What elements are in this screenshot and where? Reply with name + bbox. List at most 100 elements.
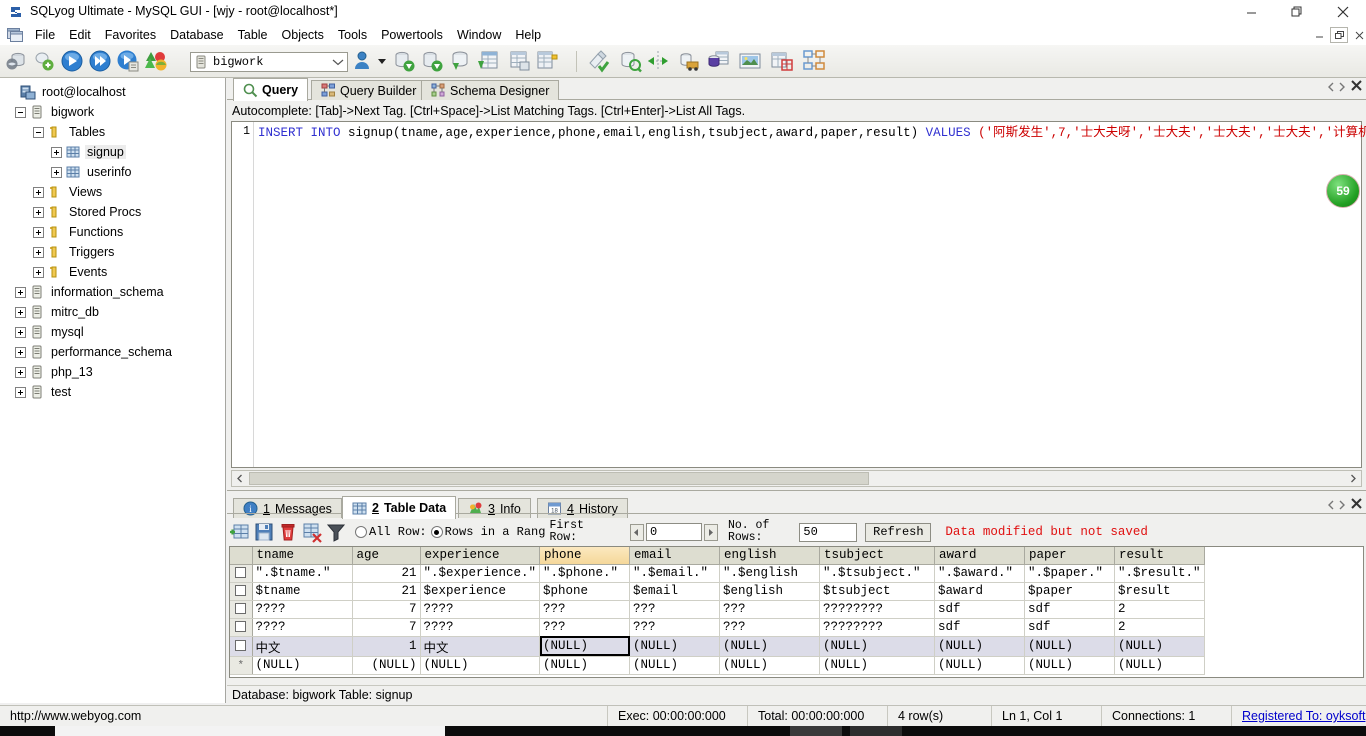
tab-table-data[interactable]: 2 Table Data — [342, 496, 457, 519]
tab-info[interactable]: 3 Info — [458, 498, 531, 518]
expander-plus-icon[interactable] — [15, 286, 26, 298]
status-registered-to[interactable]: Registered To: oyksoft — [1232, 706, 1366, 727]
cell-paper[interactable]: ".$paper." — [1024, 564, 1116, 583]
editor-tab-close-button[interactable] — [1351, 80, 1362, 91]
expander-plus-icon[interactable] — [15, 306, 26, 318]
tab-query-builder[interactable]: Query Builder — [311, 80, 427, 100]
menu-item-table[interactable]: Table — [231, 25, 275, 45]
expander-plus-icon[interactable] — [33, 186, 44, 198]
next-page-icon[interactable] — [703, 523, 718, 541]
column-header-tname[interactable]: tname — [252, 547, 353, 565]
expander-plus-icon[interactable] — [33, 226, 44, 238]
cell-english[interactable]: ".$english — [719, 564, 821, 583]
cell-tsubject[interactable]: (NULL) — [819, 656, 936, 675]
sidebar-item-userinfo[interactable]: userinfo — [0, 162, 226, 182]
table-row[interactable]: 中文 1 中文 (NULL) (NULL) (NULL) (NULL) (NUL… — [230, 636, 1206, 657]
cell-tname[interactable]: 中文 — [252, 636, 353, 657]
cell-phone[interactable]: (NULL) — [539, 656, 631, 675]
cell-phone[interactable]: ??? — [539, 618, 631, 637]
menu-item-help[interactable]: Help — [508, 25, 548, 45]
execute-all-queries-icon[interactable] — [88, 49, 114, 74]
data-sync-icon[interactable] — [678, 49, 704, 74]
column-header-email[interactable]: email — [629, 547, 721, 565]
tunnel-icon[interactable] — [706, 49, 732, 74]
window-close-button[interactable] — [1320, 0, 1366, 24]
cell-age[interactable]: 21 — [352, 582, 421, 601]
tree-node-root-localhost[interactable]: root@localhost — [0, 82, 226, 102]
cell-award[interactable]: sdf — [934, 618, 1026, 637]
status-url[interactable]: http://www.webyog.com — [0, 705, 608, 727]
cell-phone[interactable]: $phone — [539, 582, 631, 601]
sql-formatter-icon[interactable] — [586, 49, 612, 74]
cell-paper[interactable]: (NULL) — [1024, 656, 1116, 675]
cell-result[interactable]: 2 — [1114, 618, 1206, 637]
cell-english[interactable]: (NULL) — [719, 636, 821, 657]
cell-email[interactable]: (NULL) — [629, 656, 721, 675]
execute-query-and-log-icon[interactable] — [116, 49, 142, 74]
import-external-data-icon[interactable] — [392, 49, 418, 74]
stop-query-icon[interactable] — [144, 49, 170, 74]
cell-tsubject[interactable]: ???????? — [819, 618, 936, 637]
cell-tsubject[interactable]: ???????? — [819, 600, 936, 619]
expander-plus-icon[interactable] — [15, 326, 26, 338]
filter-icon[interactable] — [325, 521, 347, 543]
database-combo[interactable]: bigwork — [190, 52, 348, 72]
notification-services-icon[interactable] — [738, 49, 764, 74]
manage-indexes-icon[interactable] — [536, 49, 562, 74]
row-selector-cell[interactable] — [230, 600, 253, 619]
import-csv-icon[interactable] — [420, 49, 446, 74]
cell-english[interactable]: (NULL) — [719, 656, 821, 675]
cell-age[interactable]: 7 — [352, 618, 421, 637]
cell-result[interactable]: (NULL) — [1114, 636, 1206, 657]
expander-plus-icon[interactable] — [33, 246, 44, 258]
column-header-result[interactable]: result — [1114, 547, 1206, 565]
cell-tsubject[interactable]: $tsubject — [819, 582, 936, 601]
editor-vertical-scrollbar[interactable] — [1362, 122, 1366, 469]
prev-page-icon[interactable] — [629, 523, 644, 541]
column-header-age[interactable]: age — [352, 547, 421, 565]
expander-minus-icon[interactable] — [15, 106, 26, 118]
expander-plus-icon[interactable] — [15, 386, 26, 398]
rows-in-range-radio[interactable]: Rows in a Rang — [430, 525, 545, 539]
cell-tname[interactable]: (NULL) — [252, 656, 353, 675]
table-diagnostics-icon[interactable] — [508, 49, 534, 74]
editor-horizontal-scroll-thumb[interactable] — [249, 472, 869, 485]
expander-plus-icon[interactable] — [51, 166, 62, 178]
menu-item-favorites[interactable]: Favorites — [98, 25, 163, 45]
tree-node-performance-schema[interactable]: performance_schema — [0, 342, 226, 362]
cell-email[interactable]: ??? — [629, 618, 721, 637]
tree-node-triggers[interactable]: Triggers — [0, 242, 226, 262]
cell-tsubject[interactable]: (NULL) — [819, 636, 936, 657]
tree-node-events[interactable]: Events — [0, 262, 226, 282]
row-checkbox[interactable] — [235, 640, 247, 652]
table-row[interactable]: ???? 7 ???? ??? ??? ??? ???????? sdf sdf… — [230, 600, 1206, 619]
cell-age[interactable]: (NULL) — [352, 656, 421, 675]
cell-age[interactable]: 21 — [352, 564, 421, 583]
scheduled-backup-icon[interactable] — [770, 49, 796, 74]
sql-editor[interactable]: 1 INSERT INTO signup(tname,age,experienc… — [231, 121, 1366, 468]
tree-node-php-13[interactable]: php_13 — [0, 362, 226, 382]
no-of-rows-input[interactable]: 50 — [799, 522, 858, 542]
cell-tsubject[interactable]: ".$tsubject." — [819, 564, 936, 583]
expander-plus-icon[interactable] — [15, 346, 26, 358]
cell-phone[interactable]: (NULL) — [539, 636, 631, 657]
cell-age[interactable]: 1 — [352, 636, 421, 657]
menu-item-database[interactable]: Database — [163, 25, 231, 45]
cell-paper[interactable]: (NULL) — [1024, 636, 1116, 657]
refresh-button[interactable]: Refresh — [865, 522, 932, 542]
tab-messages[interactable]: i 1 Messages — [233, 498, 342, 518]
visual-compare-icon[interactable] — [802, 49, 828, 74]
cell-email[interactable]: ??? — [629, 600, 721, 619]
tree-node-mysql[interactable]: mysql — [0, 322, 226, 342]
expander-minus-icon[interactable] — [33, 126, 44, 138]
tab-history[interactable]: 18 4 History — [537, 498, 628, 518]
column-header-phone[interactable]: phone — [539, 547, 631, 565]
cell-email[interactable]: $email — [629, 582, 721, 601]
mdi-minimize-button[interactable] — [1310, 27, 1328, 43]
editor-horizontal-scrollbar[interactable] — [231, 470, 1362, 487]
cell-tname[interactable]: ???? — [252, 600, 353, 619]
row-checkbox[interactable] — [235, 585, 247, 597]
row-selector-cell[interactable] — [230, 564, 253, 583]
editor-tab-next-button[interactable] — [1337, 81, 1347, 93]
row-selector-cell[interactable] — [230, 636, 253, 657]
